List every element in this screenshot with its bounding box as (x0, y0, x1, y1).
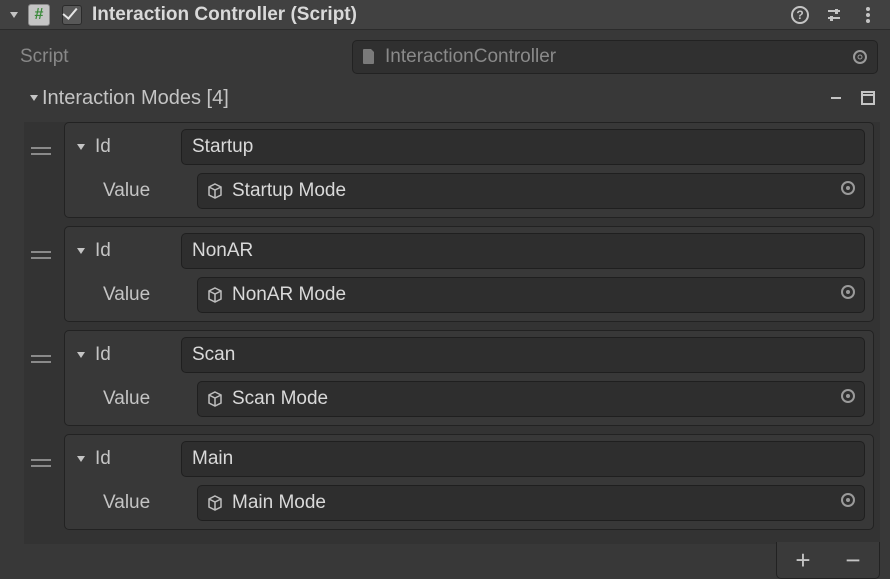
id-input[interactable] (181, 129, 865, 165)
id-input[interactable] (181, 233, 865, 269)
id-label: Id (95, 448, 175, 470)
add-item-button[interactable]: + (791, 548, 815, 572)
id-input[interactable] (181, 441, 865, 477)
array-body: Id Value Startup Mode (24, 122, 880, 544)
value-text: Main Mode (232, 492, 326, 514)
value-label: Value (103, 388, 191, 410)
remove-item-button[interactable]: − (841, 548, 865, 572)
drag-handle-icon[interactable] (31, 245, 51, 267)
expand-window-icon[interactable] (858, 88, 878, 108)
value-field[interactable]: Startup Mode (197, 173, 865, 209)
array-item: Id Value Main Mode (64, 434, 874, 530)
gameobject-icon (206, 182, 224, 200)
value-label: Value (103, 492, 191, 514)
value-field[interactable]: NonAR Mode (197, 277, 865, 313)
script-field[interactable]: InteractionController (352, 40, 878, 74)
component-header: # Interaction Controller (Script) ? (0, 0, 890, 30)
collapse-icon[interactable] (826, 88, 846, 108)
array-title: Interaction Modes [4] (42, 87, 814, 110)
script-row: Script InteractionController (2, 34, 888, 80)
array-foldout[interactable] (26, 90, 42, 106)
item-foldout[interactable] (73, 451, 89, 467)
script-name: InteractionController (385, 46, 556, 68)
value-text: NonAR Mode (232, 284, 346, 306)
item-foldout[interactable] (73, 139, 89, 155)
component-foldout[interactable] (6, 7, 22, 23)
drag-handle-icon[interactable] (31, 453, 51, 475)
gameobject-icon (206, 390, 224, 408)
context-menu-icon[interactable] (858, 5, 878, 25)
gameobject-icon (206, 286, 224, 304)
component-title: Interaction Controller (Script) (88, 4, 790, 26)
script-type-icon: # (28, 4, 50, 26)
value-text: Startup Mode (232, 180, 346, 202)
array-header[interactable]: Interaction Modes [4] (2, 80, 888, 116)
object-picker-icon[interactable] (851, 48, 869, 66)
gameobject-icon (206, 494, 224, 512)
array-item: Id Value NonAR Mode (64, 226, 874, 322)
value-field[interactable]: Main Mode (197, 485, 865, 521)
help-icon[interactable]: ? (790, 5, 810, 25)
id-label: Id (95, 344, 175, 366)
enable-checkbox[interactable] (62, 5, 82, 25)
component-body: Script InteractionController Interaction… (0, 30, 890, 579)
id-label: Id (95, 240, 175, 262)
value-label: Value (103, 180, 191, 202)
item-foldout[interactable] (73, 243, 89, 259)
value-label: Value (103, 284, 191, 306)
file-icon (361, 49, 377, 65)
presets-icon[interactable] (824, 5, 844, 25)
svg-text:?: ? (796, 8, 803, 22)
drag-handle-icon[interactable] (31, 349, 51, 371)
object-picker-icon[interactable] (840, 284, 856, 306)
object-picker-icon[interactable] (840, 388, 856, 410)
value-field[interactable]: Scan Mode (197, 381, 865, 417)
object-picker-icon[interactable] (840, 180, 856, 202)
array-item: Id Value Scan Mode (64, 330, 874, 426)
drag-handle-icon[interactable] (31, 141, 51, 163)
item-foldout[interactable] (73, 347, 89, 363)
id-label: Id (95, 136, 175, 158)
array-item: Id Value Startup Mode (64, 122, 874, 218)
id-input[interactable] (181, 337, 865, 373)
script-label: Script (20, 46, 352, 68)
object-picker-icon[interactable] (840, 492, 856, 514)
array-footer: + − (2, 542, 888, 579)
value-text: Scan Mode (232, 388, 328, 410)
